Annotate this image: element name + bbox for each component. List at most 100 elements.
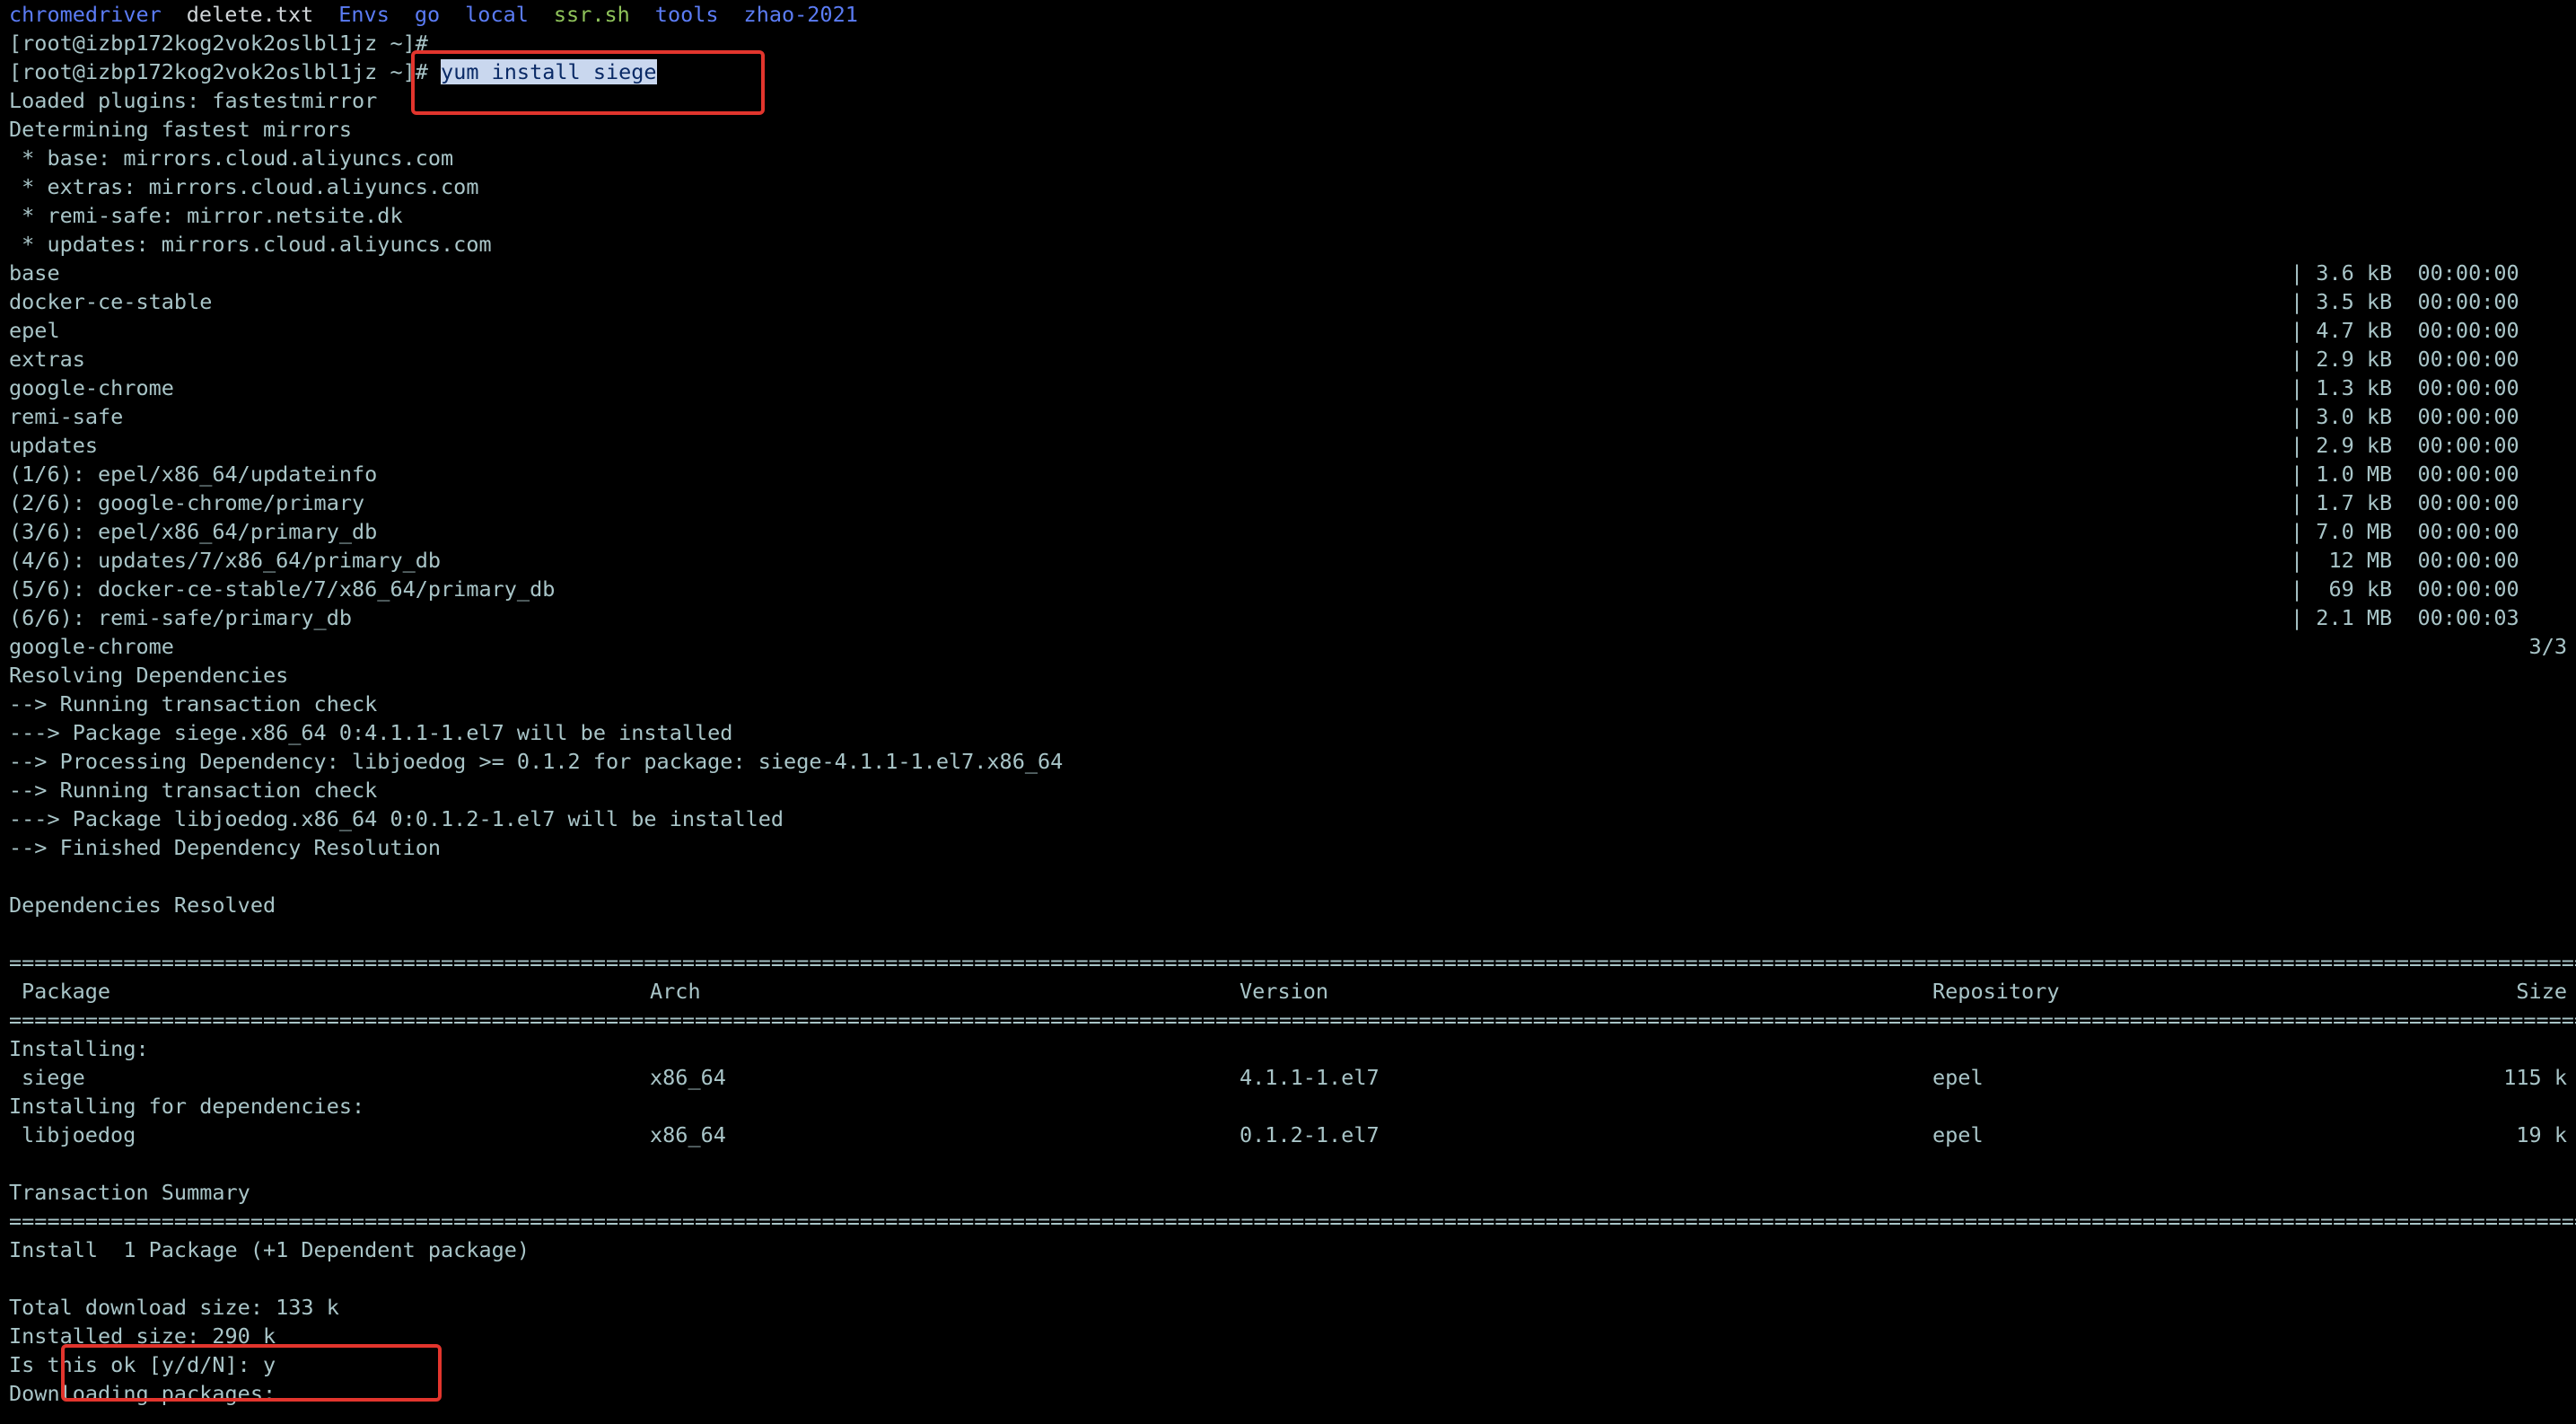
- text: --> Finished Dependency Resolution: [9, 835, 442, 860]
- text: --> Running transaction check: [9, 778, 378, 803]
- summary-title: Transaction Summary: [9, 1178, 2576, 1207]
- repo-transfer-info: | 4.7 kB 00:00:00: [2291, 318, 2519, 343]
- repo-row: extras | 2.9 kB 00:00:00: [9, 345, 2576, 374]
- output-line: Total download size: 133 k: [9, 1293, 2576, 1322]
- table-cell: libjoedog: [22, 1122, 136, 1147]
- text: ---> Package libjoedog.x86_64 0:0.1.2-1.…: [9, 806, 784, 831]
- separator-line: ========================================…: [9, 1209, 2576, 1234]
- text: Downloading packages:: [9, 1381, 276, 1406]
- table-header-cell: Package: [22, 979, 111, 1004]
- output-line: ---> Package siege.x86_64 0:4.1.1-1.el7 …: [9, 718, 2576, 747]
- ls-item: tools: [654, 2, 719, 27]
- table-header-cell: Version: [1240, 979, 1329, 1004]
- repo-row: google-chrome | 1.3 kB 00:00:00: [9, 374, 2576, 402]
- command-line: [root@izbp172kog2vok2oslbl1jz ~]# yum in…: [9, 57, 2576, 86]
- text: Install 1 Package (+1 Dependent package): [9, 1237, 530, 1262]
- text: Installing for dependencies:: [9, 1094, 365, 1119]
- repo-name: docker-ce-stable: [9, 289, 213, 314]
- table-cell: x86_64: [650, 1122, 726, 1147]
- repo-row: (3/6): epel/x86_64/primary_db | 7.0 MB 00…: [9, 517, 2576, 546]
- repo-row: (6/6): remi-safe/primary_db | 2.1 MB 00:0…: [9, 603, 2576, 632]
- command-text[interactable]: yum install siege: [441, 59, 657, 84]
- output-line: ---> Package libjoedog.x86_64 0:0.1.2-1.…: [9, 804, 2576, 833]
- text: --> Processing Dependency: libjoedog >= …: [9, 749, 1064, 774]
- confirm-prompt[interactable]: Is this ok [y/d/N]: y: [9, 1352, 276, 1377]
- repo-transfer-info: | 12 MB 00:00:00: [2291, 548, 2519, 573]
- repo-row: remi-safe | 3.0 kB 00:00:00: [9, 402, 2576, 431]
- output-line: Resolving Dependencies: [9, 661, 2576, 690]
- table-header-cell: Repository: [1932, 979, 2060, 1004]
- repo-transfer-info: | 3.5 kB 00:00:00: [2291, 289, 2519, 314]
- text: --> Running transaction check: [9, 691, 378, 716]
- table-header-cell: Size: [2516, 979, 2567, 1004]
- repo-name: extras: [9, 347, 85, 372]
- output-line: Dependencies Resolved: [9, 891, 2576, 919]
- text: Dependencies Resolved: [9, 892, 276, 918]
- ls-item: go: [414, 2, 441, 27]
- terminal-output[interactable]: chromedriver delete.txt Envs go local ssr.sh t…: [9, 0, 2576, 1408]
- table-cell: epel: [1932, 1065, 1984, 1090]
- table-cell: x86_64: [650, 1065, 726, 1090]
- repo-name: (6/6): remi-safe/primary_db: [9, 605, 353, 630]
- text: * base: mirrors.cloud.aliyuncs.com: [9, 145, 454, 171]
- output-line: Determining fastest mirrors: [9, 115, 2576, 144]
- separator-line: ========================================…: [9, 950, 2576, 975]
- table-cell: 0.1.2-1.el7: [1240, 1122, 1380, 1147]
- output-line: Downloading packages:: [9, 1379, 2576, 1408]
- output-line: * base: mirrors.cloud.aliyuncs.com: [9, 144, 2576, 172]
- repo-transfer-info: | 3.6 kB 00:00:00: [2291, 260, 2519, 286]
- text: * remi-safe: mirror.netsite.dk: [9, 203, 403, 228]
- repo-row: docker-ce-stable | 3.5 kB 00:00:00: [9, 287, 2576, 316]
- text: * updates: mirrors.cloud.aliyuncs.com: [9, 232, 492, 257]
- repo-transfer-info: | 3.0 kB 00:00:00: [2291, 404, 2519, 429]
- output-line: --> Running transaction check: [9, 690, 2576, 718]
- repo-row: (1/6): epel/x86_64/updateinfo | 1.0 MB 00…: [9, 460, 2576, 488]
- repo-row: epel | 4.7 kB 00:00:00: [9, 316, 2576, 345]
- text: Resolving Dependencies: [9, 663, 289, 688]
- output-line: * remi-safe: mirror.netsite.dk: [9, 201, 2576, 230]
- text: Installed size: 290 k: [9, 1323, 276, 1349]
- repo-name: (3/6): epel/x86_64/primary_db: [9, 519, 378, 544]
- repo-row: (2/6): google-chrome/primary | 1.7 kB 00:…: [9, 488, 2576, 517]
- repo-name: base: [9, 260, 60, 286]
- confirm-prompt-line: Is this ok [y/d/N]: y: [9, 1350, 2576, 1379]
- text: * extras: mirrors.cloud.aliyuncs.com: [9, 174, 479, 199]
- repo-row: (5/6): docker-ce-stable/7/x86_64/primary…: [9, 575, 2576, 603]
- ls-item: chromedriver: [9, 2, 162, 27]
- ls-item: local: [465, 2, 529, 27]
- output-line: --> Processing Dependency: libjoedog >= …: [9, 747, 2576, 776]
- section-label: Installing for dependencies:: [9, 1092, 2576, 1121]
- repo-transfer-info: | 1.0 MB 00:00:00: [2291, 461, 2519, 487]
- table-cell: 115 k: [2503, 1065, 2567, 1090]
- table-cell: siege: [22, 1065, 85, 1090]
- output-line: * extras: mirrors.cloud.aliyuncs.com: [9, 172, 2576, 201]
- repo-row: updates | 2.9 kB 00:00:00: [9, 431, 2576, 460]
- output-line: * updates: mirrors.cloud.aliyuncs.com: [9, 230, 2576, 259]
- prompt: [root@izbp172kog2vok2oslbl1jz ~]#: [9, 59, 442, 84]
- prompt-line: [root@izbp172kog2vok2oslbl1jz ~]#: [9, 29, 2576, 57]
- repo-name: (1/6): epel/x86_64/updateinfo: [9, 461, 378, 487]
- output-line: Loaded plugins: fastestmirror: [9, 86, 2576, 115]
- table-row: libjoedog x86_64 0.1.2-1.el7 epel 19 k: [9, 1121, 2576, 1149]
- repo-row: base | 3.6 kB 00:00:00: [9, 259, 2576, 287]
- output-line: --> Running transaction check: [9, 776, 2576, 804]
- table-cell: 4.1.1-1.el7: [1240, 1065, 1380, 1090]
- text: Determining fastest mirrors: [9, 117, 353, 142]
- table-cell: epel: [1932, 1122, 1984, 1147]
- separator-line: ========================================…: [9, 1007, 2576, 1033]
- text: ---> Package siege.x86_64 0:4.1.1-1.el7 …: [9, 720, 733, 745]
- repo-transfer-info: | 1.7 kB 00:00:00: [2291, 490, 2519, 515]
- repo-name: (5/6): docker-ce-stable/7/x86_64/primary…: [9, 576, 556, 602]
- repo-transfer-info: | 2.9 kB 00:00:00: [2291, 347, 2519, 372]
- repo-transfer-info: | 2.9 kB 00:00:00: [2291, 433, 2519, 458]
- repo-transfer-info: | 69 kB 00:00:00: [2291, 576, 2519, 602]
- output-line: --> Finished Dependency Resolution: [9, 833, 2576, 862]
- repo-transfer-info: | 2.1 MB 00:00:03: [2291, 605, 2519, 630]
- repo-transfer-info: | 1.3 kB 00:00:00: [2291, 375, 2519, 400]
- repo-name: (4/6): updates/7/x86_64/primary_db: [9, 548, 442, 573]
- repo-name: google-chrome: [9, 634, 174, 659]
- repo-row: (4/6): updates/7/x86_64/primary_db | 12 M…: [9, 546, 2576, 575]
